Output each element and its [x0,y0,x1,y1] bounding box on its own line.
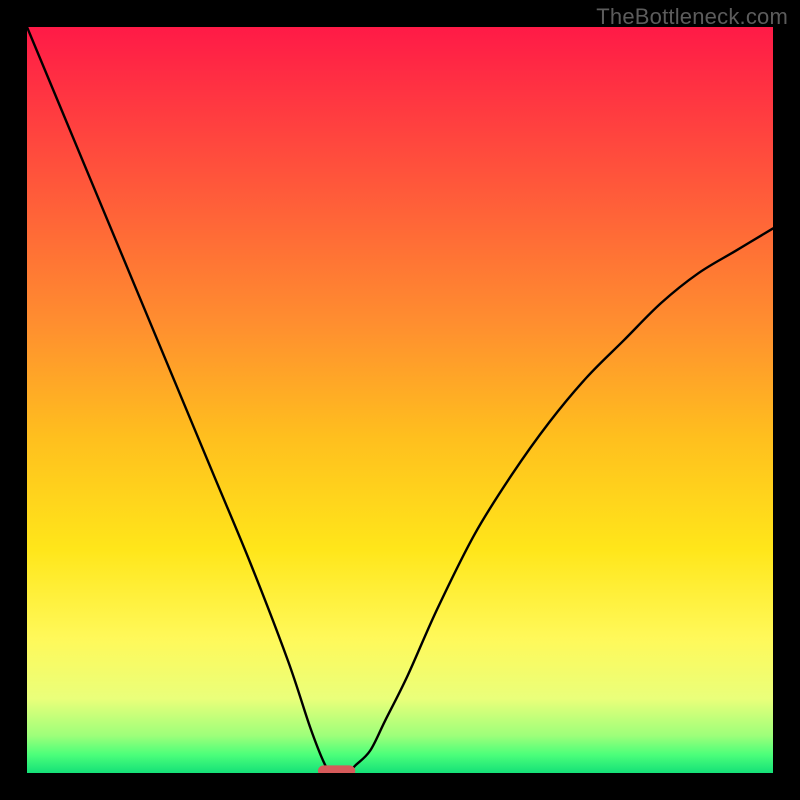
watermark-label: TheBottleneck.com [596,4,788,30]
plot-svg [27,27,773,773]
chart-frame: TheBottleneck.com [0,0,800,800]
optimal-marker [318,765,355,773]
gradient-background [27,27,773,773]
plot-area [27,27,773,773]
